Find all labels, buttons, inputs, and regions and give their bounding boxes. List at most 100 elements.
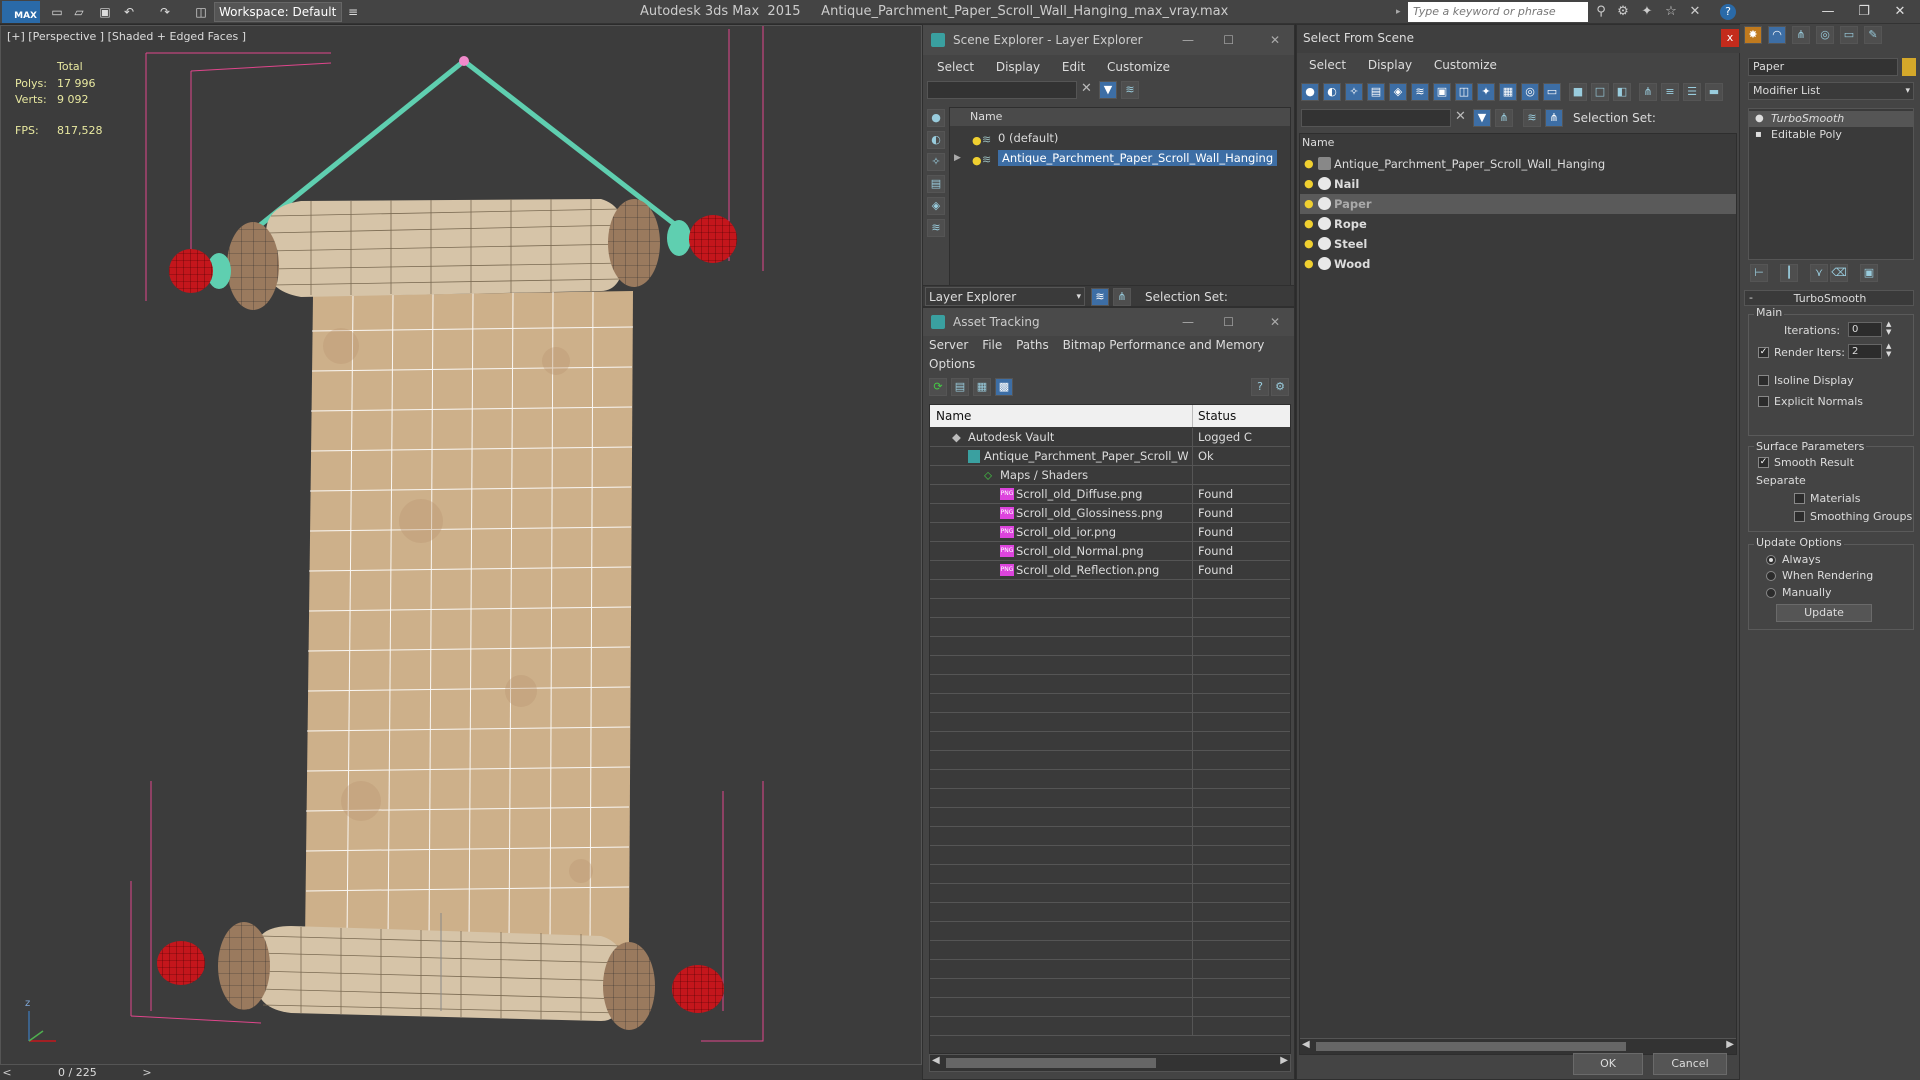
undo-icon[interactable]: ↶ <box>120 3 138 21</box>
spinner-arrows-icon[interactable]: ▲ ▼ <box>1886 320 1891 336</box>
object-horizontal-scrollbar[interactable]: ◀ ▶ <box>1300 1038 1736 1054</box>
asset-row[interactable]: PNG Scroll_old_Glossiness.png Found <box>930 504 1290 523</box>
search-input[interactable]: Type a keyword or phrase <box>1408 2 1588 22</box>
display-helpers-icon[interactable]: ◈ <box>927 197 945 215</box>
lightbulb-icon[interactable]: ● <box>1304 194 1314 214</box>
redo-icon[interactable]: ↷ <box>156 3 174 21</box>
restore-button[interactable]: ❐ <box>1846 0 1882 24</box>
app-logo[interactable]: MAX <box>2 1 40 23</box>
maximize-icon[interactable]: ☐ <box>1223 25 1234 55</box>
select-from-scene-title-bar[interactable]: Select From Scene x <box>1297 25 1741 53</box>
pin-stack-icon[interactable]: ⊢ <box>1750 264 1768 282</box>
explorer-type-dropdown[interactable]: Layer Explorer ▾ <box>925 287 1085 306</box>
spinner-arrows-icon[interactable]: ▲ ▼ <box>1886 342 1891 358</box>
exchange-icon[interactable]: ✕ <box>1686 3 1704 21</box>
asset-row[interactable]: PNG Scroll_old_Normal.png Found <box>930 542 1290 561</box>
object-color-swatch[interactable] <box>1902 58 1916 76</box>
layer-row-scroll[interactable]: ▶ ● ≋ Antique_Parchment_Paper_Scroll_Wal… <box>950 148 1290 168</box>
table-view-icon[interactable]: ▩ <box>995 378 1013 396</box>
object-row[interactable]: ● Paper <box>1300 194 1736 214</box>
display-shapes-icon[interactable]: ◐ <box>1323 83 1341 101</box>
lightbulb-icon[interactable]: ● <box>972 131 982 148</box>
subscription-icon[interactable]: ⚙ <box>1614 3 1632 21</box>
clear-search-icon[interactable]: ✕ <box>1455 109 1466 124</box>
menu-display[interactable]: Display <box>1368 53 1412 77</box>
create-tab-icon[interactable]: ✸ <box>1744 26 1762 44</box>
menu-edit[interactable]: Edit <box>1062 55 1085 79</box>
new-file-icon[interactable]: ▭ <box>48 3 66 21</box>
asset-row[interactable]: ⬦ Maps / Shaders <box>930 466 1290 485</box>
hierarchy-icon[interactable]: ⋔ <box>1545 109 1563 127</box>
search-arrow-icon[interactable]: ▸ <box>1396 2 1406 22</box>
menu-icon[interactable]: ≡ <box>344 3 362 21</box>
scroll-thumb[interactable] <box>1316 1042 1626 1051</box>
utilities-tab-icon[interactable]: ✎ <box>1864 26 1882 44</box>
scroll-right-icon[interactable]: ▶ <box>1280 1055 1288 1066</box>
display-xrefs-icon[interactable]: ◫ <box>1455 83 1473 101</box>
asset-row[interactable]: ◆ Autodesk Vault Logged C <box>930 428 1290 447</box>
close-icon[interactable]: ✕ <box>1270 308 1280 336</box>
find-options-icon[interactable]: ⋔ <box>1495 109 1513 127</box>
help-icon[interactable]: ? <box>1720 4 1736 20</box>
display-frozen-icon[interactable]: ◎ <box>1521 83 1539 101</box>
settings-icon[interactable]: ⚙ <box>1271 378 1289 396</box>
layer-options-icon[interactable]: ≋ <box>1121 81 1139 99</box>
hierarchy-tab-icon[interactable]: ⋔ <box>1792 26 1810 44</box>
select-search-input[interactable] <box>1301 109 1451 127</box>
display-containers-icon[interactable]: ▦ <box>1499 83 1517 101</box>
thumbnail-view-icon[interactable]: ▦ <box>973 378 991 396</box>
display-geometry-icon[interactable]: ● <box>927 109 945 127</box>
scroll-thumb[interactable] <box>946 1058 1156 1068</box>
display-cameras-icon[interactable]: ▤ <box>1367 83 1385 101</box>
when-rendering-radio[interactable] <box>1766 571 1776 581</box>
menu-bitmap-performance[interactable]: Bitmap Performance and Memory <box>1063 335 1265 355</box>
display-lights-icon[interactable]: ✧ <box>927 153 945 171</box>
viewport-label[interactable]: [+] [Perspective ] [Shaded + Edged Faces… <box>7 30 246 43</box>
layer-tree-header[interactable]: Name <box>950 108 1290 126</box>
display-hidden-icon[interactable]: ▭ <box>1543 83 1561 101</box>
maximize-icon[interactable]: ☐ <box>1223 308 1234 336</box>
asset-row[interactable]: Antique_Parchment_Paper_Scroll_Wall_Hang… <box>930 447 1290 466</box>
smoothing-groups-checkbox[interactable] <box>1794 511 1805 522</box>
display-dependents-icon[interactable]: ☰ <box>1683 83 1701 101</box>
modifier-stack[interactable]: ● TurboSmooth ▪ Editable Poly <box>1748 108 1914 260</box>
menu-customize[interactable]: Customize <box>1107 55 1170 79</box>
display-shapes-icon[interactable]: ◐ <box>927 131 945 149</box>
display-invert-icon[interactable]: ◧ <box>1613 83 1631 101</box>
filter-icon[interactable]: ▼ <box>1473 109 1491 127</box>
show-end-result-icon[interactable]: ┃ <box>1780 264 1798 282</box>
menu-display[interactable]: Display <box>996 55 1040 79</box>
help-icon[interactable]: ? <box>1251 378 1269 396</box>
project-folder-icon[interactable]: ◫ <box>192 3 210 21</box>
perspective-viewport[interactable]: [+] [Perspective ] [Shaded + Edged Faces… <box>0 25 922 1065</box>
always-radio[interactable] <box>1766 555 1776 565</box>
menu-select[interactable]: Select <box>1309 53 1346 77</box>
render-iters-spinner[interactable]: 2 <box>1848 344 1882 359</box>
close-button[interactable]: x <box>1721 29 1739 47</box>
update-button[interactable]: Update <box>1776 604 1872 622</box>
object-name-input[interactable]: Paper <box>1748 58 1898 76</box>
menu-select[interactable]: Select <box>937 55 974 79</box>
isoline-display-checkbox[interactable] <box>1758 375 1769 386</box>
display-influences-icon[interactable]: ≡ <box>1661 83 1679 101</box>
hierarchy-icon[interactable]: ⋔ <box>1113 288 1131 306</box>
display-spacewarps-icon[interactable]: ≋ <box>1411 83 1429 101</box>
stack-item-editable-poly[interactable]: ▪ Editable Poly <box>1749 127 1913 143</box>
column-status[interactable]: Status <box>1198 409 1236 423</box>
asset-row[interactable]: PNG Scroll_old_Reflection.png Found <box>930 561 1290 580</box>
lightbulb-icon[interactable]: ● <box>1755 111 1764 127</box>
display-cameras-icon[interactable]: ▤ <box>927 175 945 193</box>
lightbulb-icon[interactable]: ● <box>1304 254 1314 274</box>
scroll-left-icon[interactable]: ◀ <box>1302 1039 1310 1050</box>
scroll-right-icon[interactable]: ▶ <box>1726 1039 1734 1050</box>
layer-explorer-icon[interactable]: ≋ <box>1091 288 1109 306</box>
ok-button[interactable]: OK <box>1573 1053 1643 1075</box>
asset-horizontal-scrollbar[interactable]: ◀ ▶ <box>929 1054 1291 1072</box>
communication-icon[interactable]: ✦ <box>1638 3 1656 21</box>
modify-tab-icon[interactable]: ◠ <box>1768 26 1786 44</box>
explicit-normals-checkbox[interactable] <box>1758 396 1769 407</box>
lightbulb-icon[interactable]: ● <box>1304 154 1314 174</box>
display-bones-icon[interactable]: ✦ <box>1477 83 1495 101</box>
display-all-icon[interactable]: ■ <box>1569 83 1587 101</box>
lightbulb-icon[interactable]: ● <box>1304 214 1314 234</box>
